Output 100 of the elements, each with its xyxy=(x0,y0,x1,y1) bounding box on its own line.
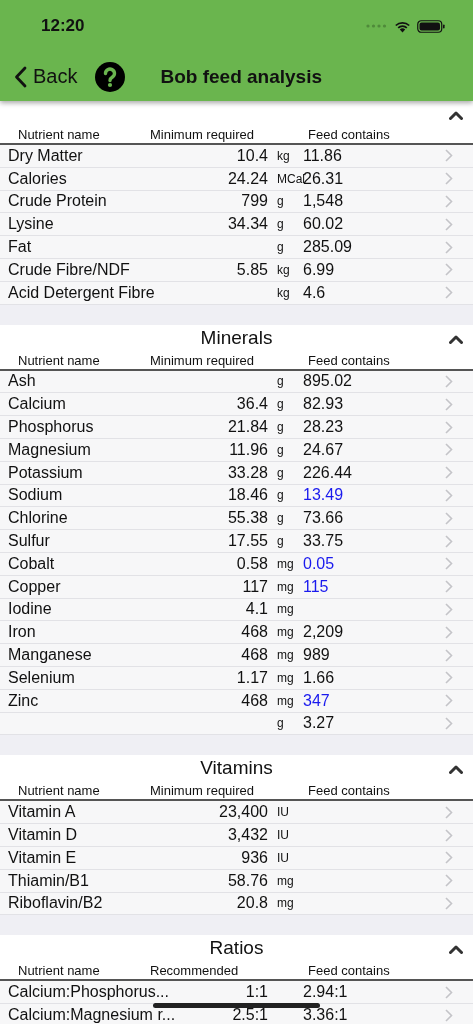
disclosure-icon[interactable] xyxy=(445,195,453,208)
unit-label: mg xyxy=(276,896,295,911)
disclosure-icon[interactable] xyxy=(445,149,453,163)
feed-value: 13.49 xyxy=(303,486,344,505)
feed-value: 33.75 xyxy=(303,532,344,551)
nutrient-name: Calcium:Phosphorus... xyxy=(8,983,169,1002)
nutrient-name: Crude Protein xyxy=(8,192,107,211)
unit-label: g xyxy=(276,194,285,209)
column-header: Feed contains xyxy=(307,963,390,980)
feed-value: 73.66 xyxy=(303,509,344,528)
collapse-icon[interactable] xyxy=(449,765,463,775)
required-value: 3,432 xyxy=(227,826,268,844)
feed-value: 82.93 xyxy=(303,395,344,414)
column-header: Feed contains xyxy=(307,352,390,369)
column-header: Nutrient name xyxy=(17,783,100,800)
required-value: 34.34 xyxy=(227,215,268,234)
nutrient-name: Lysine xyxy=(8,215,54,234)
unit-label: IU xyxy=(276,828,290,842)
signal-icon xyxy=(366,24,388,28)
required-value: 4.1 xyxy=(245,600,268,619)
feed-value: 1,548 xyxy=(303,192,344,211)
unit-label: kg xyxy=(276,262,291,277)
required-value: 23,400 xyxy=(219,803,268,822)
disclosure-icon[interactable] xyxy=(445,580,453,594)
nutrient-name: Iodine xyxy=(8,600,52,619)
disclosure-icon[interactable] xyxy=(445,443,453,457)
column-header: Minimum required xyxy=(150,352,256,369)
disclosure-icon[interactable] xyxy=(445,488,453,502)
wifi-icon xyxy=(394,19,411,33)
disclosure-icon[interactable] xyxy=(445,985,453,999)
disclosure-icon[interactable] xyxy=(445,172,453,186)
required-value: 18.46 xyxy=(227,486,268,505)
nutrient-name: Sulfur xyxy=(8,532,50,551)
disclosure-icon[interactable] xyxy=(445,694,453,708)
unit-label: mg xyxy=(276,625,295,640)
disclosure-icon[interactable] xyxy=(445,851,453,865)
unit-label: mg xyxy=(276,693,295,708)
collapse-icon[interactable] xyxy=(449,334,463,344)
disclosure-icon[interactable] xyxy=(445,420,453,434)
required-value: 55.38 xyxy=(227,509,268,528)
disclosure-icon[interactable] xyxy=(445,1008,453,1022)
unit-label: g xyxy=(276,374,285,389)
disclosure-icon[interactable] xyxy=(445,716,453,730)
column-header: Feed contains xyxy=(307,783,390,800)
disclosure-icon[interactable] xyxy=(445,648,453,662)
disclosure-icon[interactable] xyxy=(445,805,453,819)
disclosure-icon[interactable] xyxy=(445,557,453,571)
disclosure-icon[interactable] xyxy=(445,466,453,480)
column-header: Feed contains xyxy=(307,127,390,143)
battery-icon xyxy=(417,19,445,33)
feed-value: 11.86 xyxy=(303,146,342,165)
nutrient-name: Thiamin/B1 xyxy=(8,871,89,890)
disclosure-icon[interactable] xyxy=(445,534,453,548)
disclosure-icon[interactable] xyxy=(445,828,453,842)
disclosure-icon[interactable] xyxy=(445,511,453,525)
required-value: 936 xyxy=(241,848,268,867)
required-value: 21.84 xyxy=(227,418,268,437)
disclosure-icon[interactable] xyxy=(445,671,453,685)
required-value: 799 xyxy=(241,192,268,211)
feed-value: 989 xyxy=(303,646,330,665)
unit-label: g xyxy=(276,488,285,503)
feed-value: 3.36:1 xyxy=(303,1006,348,1024)
nutrient-name: Potassium xyxy=(8,463,83,482)
disclosure-icon[interactable] xyxy=(445,896,453,910)
disclosure-icon[interactable] xyxy=(445,874,453,888)
unit-label: g xyxy=(276,217,285,232)
unit-label: g xyxy=(276,240,285,255)
nutrient-name: Vitamin E xyxy=(8,848,77,867)
unit-label: g xyxy=(276,716,285,731)
feed-value: 2.94:1 xyxy=(303,983,348,1002)
column-header: Minimum required xyxy=(150,127,256,143)
back-button[interactable]: Back xyxy=(14,65,78,88)
disclosure-icon[interactable] xyxy=(445,240,453,254)
feed-value: 3.27 xyxy=(303,714,335,733)
nutrient-name: Chlorine xyxy=(8,509,68,528)
disclosure-icon[interactable] xyxy=(445,286,453,300)
section-title: Minerals xyxy=(200,325,273,349)
nutrient-name: Riboflavin/B2 xyxy=(8,894,103,913)
collapse-icon[interactable] xyxy=(449,111,463,120)
unit-label: mg xyxy=(276,648,295,663)
nutrient-name: Fat xyxy=(8,238,32,257)
feed-value: 895.02 xyxy=(303,372,352,391)
feed-value: 226.44 xyxy=(303,463,352,482)
unit-label: g xyxy=(276,465,285,480)
disclosure-icon[interactable] xyxy=(445,217,453,231)
feed-value: 24.67 xyxy=(303,440,344,459)
unit-label: kg xyxy=(276,285,291,300)
nutrient-name: Phosphorus xyxy=(8,418,94,437)
disclosure-icon[interactable] xyxy=(445,625,453,639)
required-value: 468 xyxy=(241,646,268,665)
disclosure-icon[interactable] xyxy=(445,397,453,411)
unit-label: IU xyxy=(276,805,290,820)
disclosure-icon[interactable] xyxy=(445,602,453,616)
disclosure-icon[interactable] xyxy=(445,374,453,388)
disclosure-icon[interactable] xyxy=(445,263,453,277)
nutrient-name: Copper xyxy=(8,577,61,596)
collapse-icon[interactable] xyxy=(449,945,463,955)
help-icon[interactable] xyxy=(95,61,126,92)
nutrient-name: Calcium xyxy=(8,395,66,414)
nutrient-name: Ash xyxy=(8,372,36,391)
